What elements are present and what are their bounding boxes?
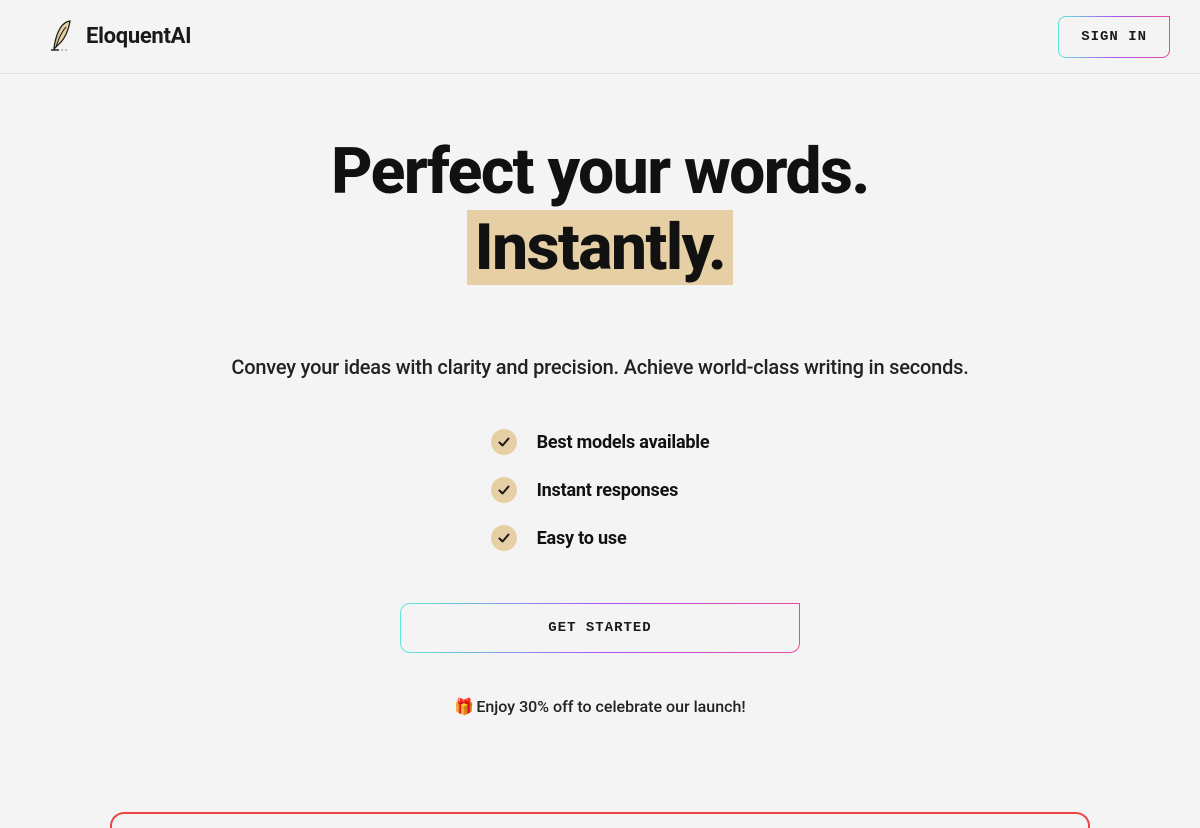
promo-banner: 🎁 Enjoy 30% off to celebrate our launch! (454, 697, 745, 716)
editor-preview-top (110, 812, 1090, 828)
feature-label: Best models available (537, 432, 710, 453)
hero-section: Perfect your words. Instantly. Convey yo… (0, 74, 1200, 828)
check-icon (491, 525, 517, 551)
gift-icon: 🎁 (454, 697, 474, 716)
feature-item: Instant responses (491, 477, 679, 503)
logo[interactable]: EloquentAI (48, 17, 191, 57)
get-started-button[interactable]: GET STARTED (400, 603, 800, 653)
brand-name: EloquentAI (86, 24, 191, 49)
header: EloquentAI SIGN IN (0, 0, 1200, 74)
check-icon (491, 429, 517, 455)
promo-text: Enjoy 30% off to celebrate our launch! (476, 697, 745, 716)
subtitle: Convey your ideas with clarity and preci… (231, 355, 968, 379)
feature-label: Instant responses (537, 480, 679, 501)
headline-line1: Perfect your words. (331, 134, 869, 209)
feature-label: Easy to use (537, 528, 627, 549)
headline: Perfect your words. Instantly. (331, 134, 869, 285)
sign-in-button[interactable]: SIGN IN (1058, 16, 1170, 58)
feature-item: Best models available (491, 429, 710, 455)
feather-icon (48, 17, 78, 57)
headline-line2: Instantly. (467, 210, 734, 286)
check-icon (491, 477, 517, 503)
feature-list: Best models available Instant responses … (491, 429, 710, 551)
feature-item: Easy to use (491, 525, 627, 551)
